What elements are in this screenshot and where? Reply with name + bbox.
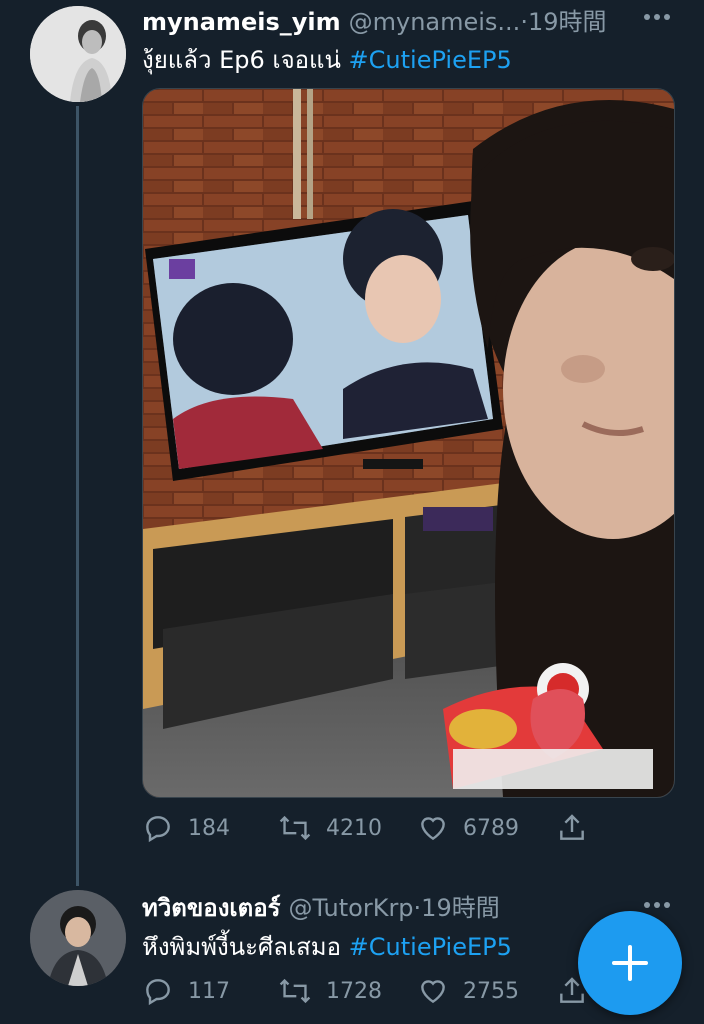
handle[interactable]: @mynameis... (349, 8, 521, 36)
retweet-button[interactable]: 4210 (278, 812, 382, 844)
share-button[interactable] (556, 812, 588, 844)
tweet-photo[interactable] (142, 88, 675, 798)
reply-icon (146, 979, 170, 1006)
tweet-text: หึงพิมพ์งี้นะศีลเสมอ #CutiePieEP5 (142, 927, 512, 966)
reply-count: 184 (188, 815, 230, 841)
like-count: 6789 (463, 815, 519, 841)
retweet-icon (279, 978, 311, 1004)
tweet-header: ทวิตของเตอร์ @TutorKrp ·19時間 (142, 888, 500, 927)
display-name[interactable]: mynameis_yim (142, 8, 341, 36)
heart-icon (421, 817, 445, 841)
like-button[interactable]: 6789 (417, 812, 519, 844)
tweet-text: งุ้ยแล้ว Ep6 เจอแน่ #CutiePieEP5 (142, 40, 512, 79)
avatar[interactable] (30, 890, 126, 986)
retweet-button[interactable]: 1728 (278, 975, 382, 1007)
share-icon (560, 814, 584, 840)
retweet-count: 4210 (326, 815, 382, 841)
display-name[interactable]: ทวิตของเตอร์ (142, 888, 281, 927)
reply-count: 117 (188, 978, 230, 1004)
retweet-count: 1728 (326, 978, 382, 1004)
reply-button[interactable]: 184 (142, 812, 230, 844)
hashtag-link[interactable]: #CutiePieEP5 (349, 46, 512, 74)
reply-button[interactable]: 117 (142, 975, 230, 1007)
tweet-body: หึงพิมพ์งี้นะศีลเสมอ (142, 933, 349, 961)
like-count: 2755 (463, 978, 519, 1004)
avatar[interactable] (30, 6, 126, 102)
more-dots-icon[interactable] (642, 12, 672, 22)
retweet-icon (279, 815, 311, 841)
tweet-body: งุ้ยแล้ว Ep6 เจอแน่ (142, 46, 349, 74)
reply-icon (146, 816, 170, 843)
heart-icon (421, 980, 445, 1004)
tweet-header: mynameis_yim @mynameis... ·19時間 (142, 2, 606, 37)
timeline: mynameis_yim @mynameis... ·19時間 งุ้ยแล้ว… (0, 0, 704, 1024)
timestamp[interactable]: ·19時間 (520, 2, 606, 37)
thread-line (76, 106, 79, 886)
hashtag-link[interactable]: #CutiePieEP5 (349, 933, 512, 961)
timestamp[interactable]: ·19時間 (414, 888, 500, 923)
plus-icon (612, 945, 648, 981)
compose-tweet-button[interactable] (578, 911, 682, 1015)
like-button[interactable]: 2755 (417, 975, 519, 1007)
more-dots-icon[interactable] (642, 900, 672, 910)
handle[interactable]: @TutorKrp (289, 894, 414, 922)
